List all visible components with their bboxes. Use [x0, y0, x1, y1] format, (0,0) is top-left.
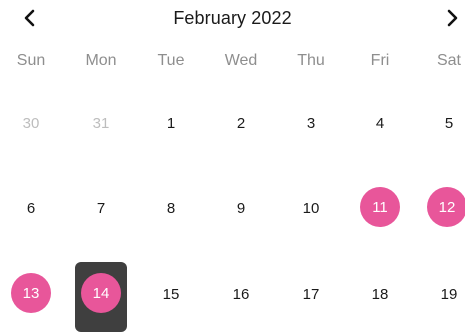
day-cell[interactable]: 18 — [358, 272, 402, 316]
day-cell[interactable]: 8 — [149, 186, 193, 230]
calendar: February 2022 Sun Mon Tue Wed Thu Fri Sa… — [0, 0, 465, 332]
day-cell[interactable]: 2 — [219, 101, 263, 145]
day-cell[interactable]: 30 — [9, 101, 53, 145]
day-cell[interactable]: 19 — [427, 272, 465, 316]
day-cell[interactable]: 6 — [9, 186, 53, 230]
day-cell-highlighted[interactable]: 13 — [11, 273, 51, 313]
day-cell[interactable]: 7 — [79, 186, 123, 230]
day-cell[interactable]: 31 — [79, 101, 123, 145]
day-cell[interactable]: 9 — [219, 186, 263, 230]
day-cell[interactable]: 10 — [289, 186, 333, 230]
day-cell[interactable]: 3 — [289, 101, 333, 145]
day-cell[interactable]: 15 — [149, 272, 193, 316]
day-cell[interactable]: 1 — [149, 101, 193, 145]
day-cell[interactable]: 16 — [219, 272, 263, 316]
day-cell-highlighted[interactable]: 11 — [360, 187, 400, 227]
day-cell[interactable]: 4 — [358, 101, 402, 145]
day-grid: 30 31 1 2 3 4 5 6 7 8 9 10 11 12 13 14 1… — [0, 0, 465, 330]
day-cell[interactable]: 17 — [289, 272, 333, 316]
day-cell-highlighted[interactable]: 12 — [427, 187, 465, 227]
day-cell-selected[interactable]: 14 — [81, 273, 121, 313]
day-cell[interactable]: 5 — [427, 101, 465, 145]
